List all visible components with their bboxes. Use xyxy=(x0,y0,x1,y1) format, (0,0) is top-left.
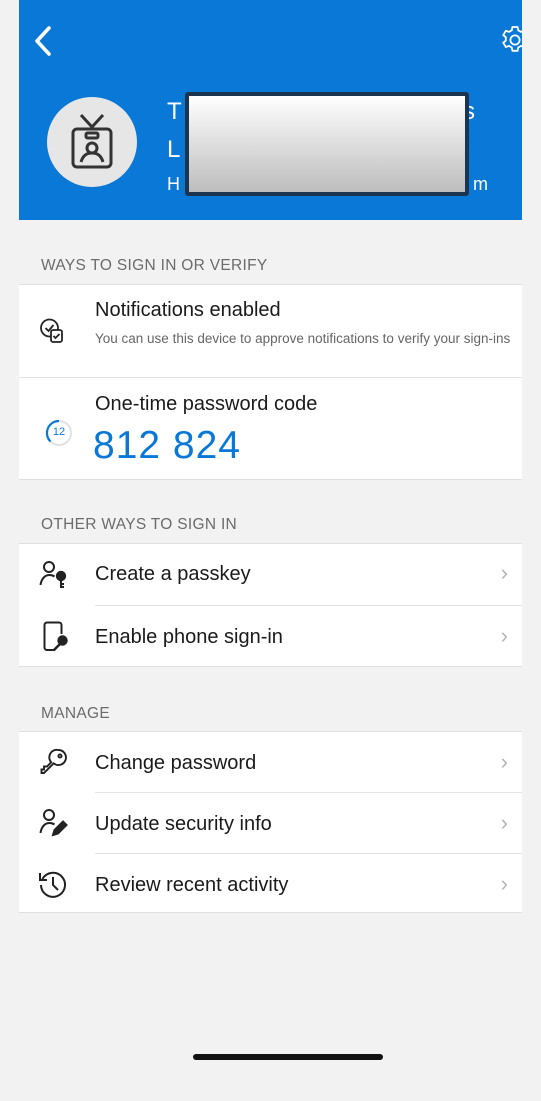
key-icon xyxy=(40,748,67,774)
otp-code: 812 824 xyxy=(93,424,241,467)
user-edit-icon xyxy=(39,809,68,837)
gear-icon xyxy=(502,26,522,52)
section-label-other: OTHER WAYS TO SIGN IN xyxy=(41,516,238,533)
other-ways-group: Create a passkey › Enable phone sign-in … xyxy=(19,543,522,667)
notification-check-icon xyxy=(40,318,63,343)
phone-key-icon xyxy=(43,621,68,651)
chevron-right-icon: › xyxy=(500,623,508,648)
account-name-line2: L xyxy=(167,136,181,163)
change-password-label: Change password xyxy=(95,752,257,774)
settings-button[interactable] xyxy=(499,24,522,56)
notifications-subtitle: You can use this device to approve notif… xyxy=(95,331,511,346)
create-passkey-label: Create a passkey xyxy=(95,563,251,585)
chevron-right-icon: › xyxy=(500,560,508,585)
account-screen: T s L H m WAYS TO SIGN IN OR VERIFY Noti… xyxy=(19,0,522,1073)
ways-group: Notifications enabled You can use this d… xyxy=(19,284,522,480)
account-email-start: H xyxy=(167,174,180,194)
history-icon xyxy=(39,871,66,898)
chevron-right-icon: › xyxy=(500,871,508,896)
create-passkey-row[interactable]: Create a passkey › xyxy=(19,544,522,605)
screen: T s L H m WAYS TO SIGN IN OR VERIFY Noti… xyxy=(0,0,541,1101)
redaction-box xyxy=(185,92,469,196)
otp-countdown-timer: 12 xyxy=(45,419,73,447)
enable-phone-sign-in-row[interactable]: Enable phone sign-in › xyxy=(19,606,522,668)
account-name-start: T xyxy=(167,98,182,125)
manage-group: Change password › Update security info › xyxy=(19,731,522,913)
home-indicator[interactable] xyxy=(193,1054,383,1060)
back-button[interactable] xyxy=(29,24,59,58)
change-password-row[interactable]: Change password › xyxy=(19,732,522,792)
enable-phone-sign-in-label: Enable phone sign-in xyxy=(95,626,283,648)
avatar xyxy=(47,97,137,187)
chevron-right-icon: › xyxy=(500,810,508,835)
account-email-end: m xyxy=(473,174,488,194)
notifications-row[interactable]: Notifications enabled You can use this d… xyxy=(19,285,522,377)
review-recent-activity-label: Review recent activity xyxy=(95,874,289,896)
otp-seconds-remaining: 12 xyxy=(52,426,66,438)
otp-row[interactable]: 12 One-time password code 812 824 xyxy=(19,378,522,481)
review-recent-activity-row[interactable]: Review recent activity › xyxy=(19,854,522,914)
account-header: T s L H m xyxy=(19,0,522,220)
id-badge-icon xyxy=(71,113,113,169)
otp-title: One-time password code xyxy=(95,393,318,415)
update-security-info-label: Update security info xyxy=(95,813,272,835)
chevron-right-icon: › xyxy=(500,749,508,774)
notifications-title: Notifications enabled xyxy=(95,299,281,321)
section-label-manage: MANAGE xyxy=(41,705,110,722)
section-label-ways: WAYS TO SIGN IN OR VERIFY xyxy=(41,257,268,274)
chevron-left-icon xyxy=(35,26,51,56)
passkey-icon xyxy=(39,561,67,588)
update-security-info-row[interactable]: Update security info › xyxy=(19,793,522,853)
